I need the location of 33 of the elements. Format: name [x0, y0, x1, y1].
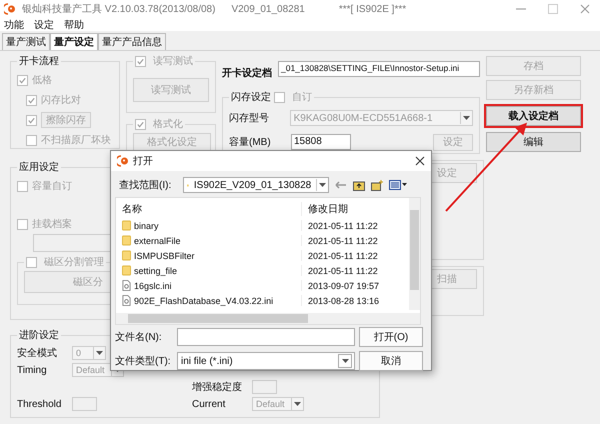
option-label: 不扫描原厂坏块 — [41, 134, 111, 147]
capacity-label: 容量(MB) — [229, 136, 272, 149]
flash-model-label: 闪存型号 — [229, 112, 270, 125]
group-title: 开卡流程 — [18, 54, 60, 68]
option-label: 低格 — [32, 74, 52, 87]
group-title: 应用设定 — [18, 160, 60, 174]
file-date: 2013-09-07 19:57 — [307, 280, 380, 290]
current-label: Current — [192, 398, 226, 410]
option-label: 闪存比对 — [41, 94, 81, 107]
version-label: V209_01_08281 — [231, 4, 305, 14]
dialog-title: 打开 — [133, 154, 153, 168]
option-label: 自订 — [292, 91, 312, 104]
look-in-label: 查找范围(I): — [119, 178, 172, 192]
group-title: 闪存设定 — [231, 90, 271, 104]
threshold-label: Threshold — [17, 398, 62, 410]
option-label: 挂载档案 — [32, 218, 72, 231]
timing-label: Timing — [17, 364, 48, 376]
device-label: ***[ IS902E ]*** — [338, 4, 406, 14]
file-name-label: 文件名(N): — [115, 330, 163, 344]
window-title: 银灿科技量产工具 V2.10.03.78(2013/08/08) — [22, 2, 216, 16]
file-date: 2013-08-28 13:16 — [307, 296, 380, 306]
group-title: 读写测试 — [153, 54, 193, 68]
group-title: 格式化 — [153, 118, 183, 131]
file-date: 2021-05-11 11:22 — [307, 250, 378, 260]
group-title: 磁区分割管理 — [44, 256, 104, 269]
file-date: 2021-05-11 11:22 — [307, 236, 378, 246]
option-label: 容量自订 — [32, 180, 72, 193]
stability-label: 增强稳定度 — [192, 380, 243, 394]
settings-file-label: 开卡设定档 — [222, 66, 272, 80]
safe-mode-label: 安全模式 — [17, 346, 58, 360]
file-date: 2021-05-11 11:22 — [307, 220, 378, 230]
group-title: 进阶设定 — [18, 328, 60, 342]
file-date: 2021-05-11 11:22 — [307, 266, 378, 276]
